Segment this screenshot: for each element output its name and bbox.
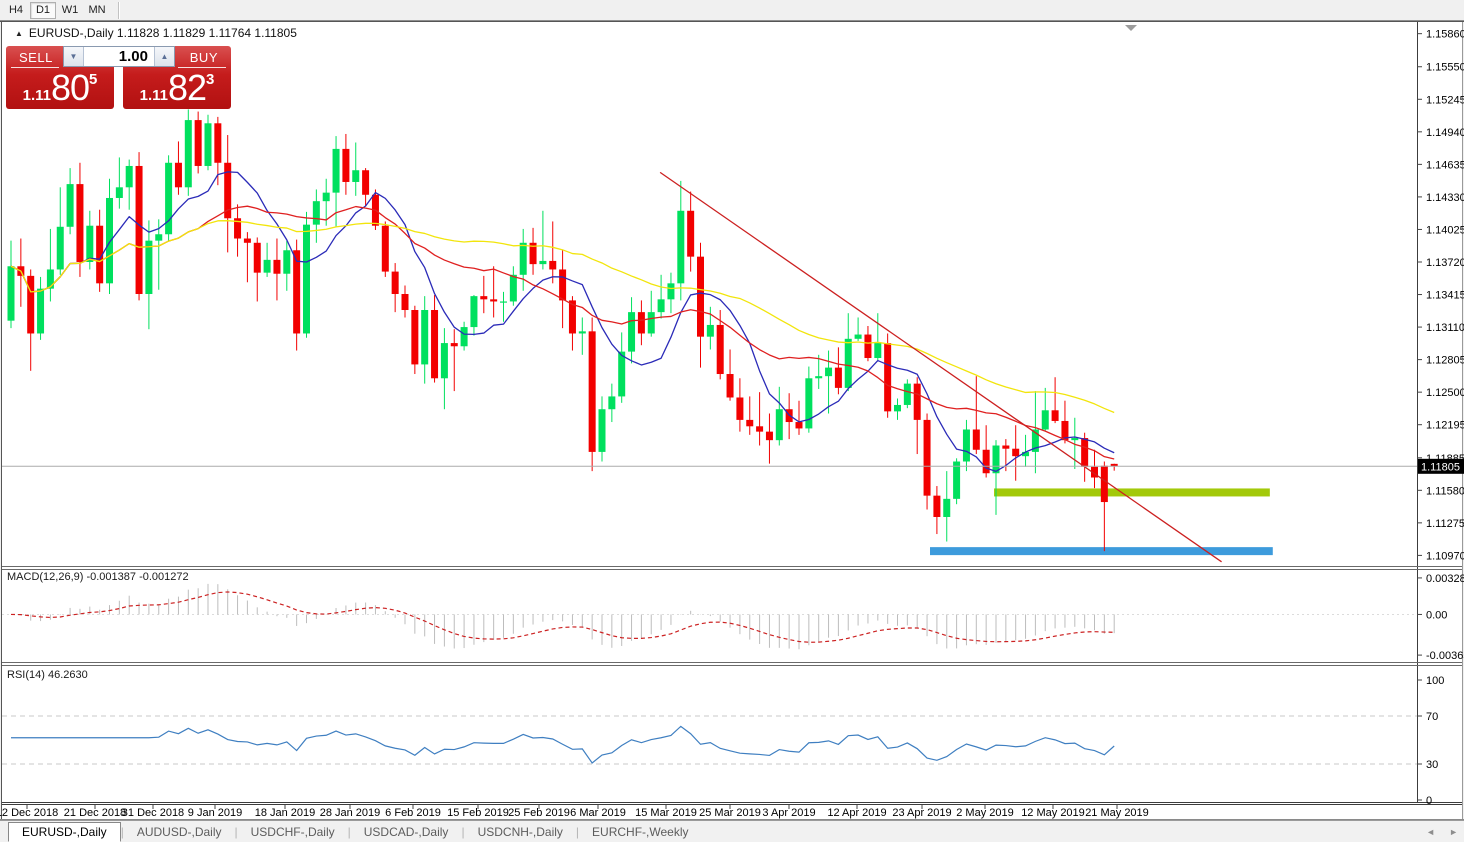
sell-price-big: 80 bbox=[51, 67, 89, 108]
svg-text:18 Jan 2019: 18 Jan 2019 bbox=[255, 807, 316, 819]
volume-stepper: ▼ ▲ bbox=[63, 46, 175, 67]
svg-text:100: 100 bbox=[1426, 675, 1444, 687]
svg-text:28 Jan 2019: 28 Jan 2019 bbox=[320, 807, 381, 819]
svg-text:1.14330: 1.14330 bbox=[1426, 192, 1464, 204]
buy-button[interactable]: BUY bbox=[190, 50, 218, 65]
svg-text:1.11580: 1.11580 bbox=[1426, 485, 1464, 497]
svg-text:0.00: 0.00 bbox=[1426, 609, 1447, 621]
timeframe-button-w1[interactable]: W1 bbox=[57, 2, 83, 19]
rsi-indicator-label: RSI(14) 46.2630 bbox=[7, 669, 88, 681]
svg-text:1.11885: 1.11885 bbox=[1426, 453, 1464, 465]
timeframe-button-mn[interactable]: MN bbox=[84, 2, 110, 19]
svg-text:12 Dec 2018: 12 Dec 2018 bbox=[0, 807, 58, 819]
volume-increase-icon[interactable]: ▲ bbox=[154, 47, 174, 66]
symbol-ohlc-text: EURUSD-,Daily 1.11828 1.11829 1.11764 1.… bbox=[29, 26, 297, 40]
svg-text:1.12805: 1.12805 bbox=[1426, 355, 1464, 367]
svg-text:12 Apr 2019: 12 Apr 2019 bbox=[827, 807, 886, 819]
tab-audusd-daily[interactable]: AUDUSD-,Daily bbox=[124, 823, 235, 841]
chart-title: ▲ EURUSD-,Daily 1.11828 1.11829 1.11764 … bbox=[15, 26, 297, 40]
chart-tabs: EURUSD-,Daily|AUDUSD-,Daily|USDCHF-,Dail… bbox=[0, 822, 701, 842]
volume-decrease-icon[interactable]: ▼ bbox=[64, 47, 84, 66]
svg-text:21 May 2019: 21 May 2019 bbox=[1085, 807, 1149, 819]
svg-text:1.12500: 1.12500 bbox=[1426, 387, 1464, 399]
svg-text:1.14940: 1.14940 bbox=[1426, 127, 1464, 139]
svg-text:-0.003659: -0.003659 bbox=[1426, 650, 1464, 662]
svg-text:1.11275: 1.11275 bbox=[1426, 518, 1464, 530]
buy-price: 1.11823 bbox=[123, 70, 231, 106]
svg-text:0: 0 bbox=[1426, 795, 1432, 807]
svg-text:15 Feb 2019: 15 Feb 2019 bbox=[447, 807, 509, 819]
tab-usdchf-daily[interactable]: USDCHF-,Daily bbox=[238, 823, 348, 841]
svg-text:25 Mar 2019: 25 Mar 2019 bbox=[699, 807, 761, 819]
trading-terminal: 1.118051.158601.155501.152451.149401.146… bbox=[0, 0, 1464, 842]
svg-text:6 Feb 2019: 6 Feb 2019 bbox=[385, 807, 441, 819]
svg-text:3 Apr 2019: 3 Apr 2019 bbox=[762, 807, 815, 819]
timeframe-button-d1[interactable]: D1 bbox=[30, 2, 56, 19]
svg-text:2 May 2019: 2 May 2019 bbox=[956, 807, 1013, 819]
svg-text:1.13415: 1.13415 bbox=[1426, 290, 1464, 302]
svg-text:0.003287: 0.003287 bbox=[1426, 573, 1464, 585]
svg-text:1.15550: 1.15550 bbox=[1426, 62, 1464, 74]
buy-price-big: 82 bbox=[168, 67, 206, 108]
svg-text:31 Dec 2018: 31 Dec 2018 bbox=[122, 807, 184, 819]
svg-text:15 Mar 2019: 15 Mar 2019 bbox=[635, 807, 697, 819]
svg-text:1.14025: 1.14025 bbox=[1426, 224, 1464, 236]
tab-usdcnh-daily[interactable]: USDCNH-,Daily bbox=[465, 823, 576, 841]
svg-text:1.15245: 1.15245 bbox=[1426, 94, 1464, 106]
tab-scroll-right-icon[interactable]: ► bbox=[1449, 827, 1458, 837]
toolbar-separator bbox=[118, 2, 120, 19]
svg-text:12 May 2019: 12 May 2019 bbox=[1021, 807, 1085, 819]
price-chart[interactable]: 1.118051.158601.155501.152451.149401.146… bbox=[0, 0, 1464, 842]
tab-usdcad-daily[interactable]: USDCAD-,Daily bbox=[351, 823, 462, 841]
svg-text:23 Apr 2019: 23 Apr 2019 bbox=[892, 807, 951, 819]
svg-text:6 Mar 2019: 6 Mar 2019 bbox=[570, 807, 626, 819]
symbol-marker-icon: ▲ bbox=[15, 29, 23, 38]
blue-band-object[interactable] bbox=[930, 547, 1273, 555]
tab-scroll-arrows: ◄ ► bbox=[1426, 821, 1458, 842]
svg-text:1.13110: 1.13110 bbox=[1426, 322, 1464, 334]
timeframe-toolbar: H4D1W1MN bbox=[0, 0, 1464, 21]
svg-text:1.14635: 1.14635 bbox=[1426, 159, 1464, 171]
buy-price-sup: 3 bbox=[206, 72, 214, 87]
svg-text:1.15860: 1.15860 bbox=[1426, 29, 1464, 41]
sell-button[interactable]: SELL bbox=[19, 50, 53, 65]
buy-price-prefix: 1.11 bbox=[140, 87, 168, 104]
timeframe-buttons: H4D1W1MN bbox=[3, 2, 111, 19]
svg-text:21 Dec 2018: 21 Dec 2018 bbox=[64, 807, 126, 819]
svg-text:30: 30 bbox=[1426, 759, 1438, 771]
svg-text:1.12195: 1.12195 bbox=[1426, 420, 1464, 432]
tab-eurchf-weekly[interactable]: EURCHF-,Weekly bbox=[579, 823, 701, 841]
timeframe-button-h4[interactable]: H4 bbox=[3, 2, 29, 19]
tab-eurusd-daily[interactable]: EURUSD-,Daily bbox=[8, 822, 121, 842]
svg-text:1.10970: 1.10970 bbox=[1426, 550, 1464, 562]
tab-scroll-left-icon[interactable]: ◄ bbox=[1426, 827, 1435, 837]
sell-price: 1.11805 bbox=[6, 70, 114, 106]
chart-tab-bar: EURUSD-,Daily|AUDUSD-,Daily|USDCHF-,Dail… bbox=[0, 820, 1464, 842]
sell-price-prefix: 1.11 bbox=[23, 87, 51, 104]
svg-text:70: 70 bbox=[1426, 711, 1438, 723]
one-click-trade-widget: SELL 1.11805 BUY 1.11823 ▼ ▲ bbox=[6, 46, 232, 110]
green-band-object[interactable] bbox=[994, 488, 1270, 496]
macd-indicator-label: MACD(12,26,9) -0.001387 -0.001272 bbox=[7, 571, 189, 583]
volume-input[interactable] bbox=[84, 47, 154, 66]
svg-text:25 Feb 2019: 25 Feb 2019 bbox=[508, 807, 570, 819]
svg-text:1.13720: 1.13720 bbox=[1426, 257, 1464, 269]
sell-price-sup: 5 bbox=[89, 72, 97, 87]
svg-text:9 Jan 2019: 9 Jan 2019 bbox=[188, 807, 242, 819]
